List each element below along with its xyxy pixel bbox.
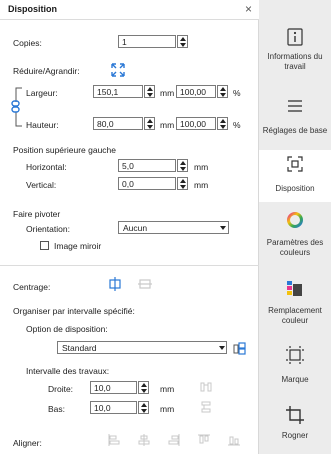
layout-option-label: Option de disposition: <box>26 324 108 334</box>
sidebar-item-job-info[interactable]: Informations du travail <box>259 20 331 90</box>
rotate-label: Faire pivoter <box>13 209 61 219</box>
orientation-select[interactable]: Aucun <box>118 221 229 234</box>
position-label: Position supérieure gauche <box>13 145 117 155</box>
chevron-down-icon <box>220 226 226 230</box>
align-bottom-icon[interactable] <box>228 434 240 448</box>
arrange-label: Organiser par intervalle spécifié: <box>13 306 135 316</box>
sidebar-item-label: Marque <box>281 375 309 384</box>
width-mm-unit: mm <box>160 88 175 98</box>
layout-option-select[interactable]: Standard <box>57 341 227 354</box>
vertical-stepper[interactable] <box>177 177 188 190</box>
layout-option-value: Standard <box>62 343 97 353</box>
info-icon <box>287 28 303 49</box>
sidebar-item-trim[interactable]: Rogner <box>259 398 331 454</box>
spacing-vertical-icon <box>200 401 212 415</box>
panel-title: Disposition <box>8 4 57 14</box>
interval-bottom-input[interactable]: 10,0 <box>90 401 137 414</box>
section-divider <box>0 265 259 266</box>
align-top-icon[interactable] <box>198 434 210 448</box>
mirror-checkbox[interactable] <box>40 241 49 250</box>
align-label: Aligner: <box>13 438 42 448</box>
width-pct-stepper[interactable] <box>217 85 228 98</box>
interval-bottom-stepper[interactable] <box>138 401 149 414</box>
sidebar-item-label: Remplacement couleur <box>268 306 322 325</box>
copies-label: Copies: <box>13 38 42 48</box>
vertical-label: Vertical: <box>26 180 57 190</box>
crop-marks-icon <box>286 346 304 367</box>
orientation-label: Orientation: <box>26 224 70 234</box>
copies-input[interactable]: 1 <box>118 35 176 48</box>
height-pct-unit: % <box>233 120 241 130</box>
aspect-link-icon[interactable] <box>9 84 25 132</box>
width-pct-unit: % <box>233 88 241 98</box>
vertical-input[interactable]: 0,0 <box>118 177 176 190</box>
crop-icon <box>286 406 304 427</box>
align-right-icon[interactable] <box>168 434 180 448</box>
resize-fit-icon[interactable] <box>111 63 125 79</box>
mirror-label: Image miroir <box>54 241 102 251</box>
horizontal-stepper[interactable] <box>177 159 188 172</box>
sidebar-item-color-settings[interactable]: Paramètres des couleurs <box>259 206 331 272</box>
width-mm-input[interactable]: 150,1 <box>93 85 143 98</box>
spacing-horizontal-icon <box>200 381 212 395</box>
height-pct-stepper[interactable] <box>217 117 228 130</box>
panel-title-bar: Disposition × <box>0 0 259 20</box>
centering-label: Centrage: <box>13 282 51 292</box>
align-left-icon[interactable] <box>108 434 120 448</box>
orientation-value: Aucun <box>123 223 148 233</box>
sidebar-item-label: Informations du travail <box>267 52 323 71</box>
color-wheel-icon <box>287 212 303 231</box>
interval-right-label: Droite: <box>48 384 74 394</box>
sidebar-item-color-replacement[interactable]: Remplacement couleur <box>259 274 331 338</box>
height-label: Hauteur: <box>26 120 59 130</box>
color-swatch-icon <box>286 280 304 301</box>
sidebar-item-label: Rogner <box>281 431 309 440</box>
sidebar-item-basic-settings[interactable]: Réglages de base <box>259 90 331 146</box>
close-button[interactable]: × <box>245 3 252 15</box>
interval-label: Intervalle des travaux: <box>26 366 110 376</box>
sidebar: Informations du travail Réglages de base… <box>259 0 331 454</box>
interval-bottom-unit: mm <box>160 404 175 414</box>
height-mm-unit: mm <box>160 120 175 130</box>
interval-bottom-label: Bas: <box>48 404 66 414</box>
horizontal-input[interactable]: 5,0 <box>118 159 176 172</box>
sidebar-item-mark[interactable]: Marque <box>259 340 331 396</box>
chevron-down-icon <box>219 346 225 350</box>
center-vertical-icon[interactable] <box>138 277 152 293</box>
sidebar-item-label: Réglages de base <box>262 126 328 135</box>
height-mm-input[interactable]: 80,0 <box>93 117 143 130</box>
width-label: Largeur: <box>26 88 58 98</box>
width-pct-input[interactable]: 100,00 <box>176 85 216 98</box>
height-pct-input[interactable]: 100,00 <box>176 117 216 130</box>
copies-stepper[interactable] <box>177 35 188 48</box>
resize-label: Réduire/Agrandir: <box>13 66 80 76</box>
layout-panel: Disposition × Copies: 1 Réduire/Agrandir… <box>0 0 259 454</box>
center-horizontal-icon[interactable] <box>108 277 122 293</box>
interval-right-unit: mm <box>160 384 175 394</box>
sidebar-item-label: Disposition <box>275 184 315 193</box>
horizontal-label: Horizontal: <box>26 162 67 172</box>
layout-preview-icon[interactable] <box>233 342 246 357</box>
interval-right-stepper[interactable] <box>138 381 149 394</box>
width-mm-stepper[interactable] <box>144 85 155 98</box>
align-center-icon[interactable] <box>138 434 150 448</box>
interval-right-input[interactable]: 10,0 <box>90 381 137 394</box>
vertical-unit: mm <box>194 180 209 190</box>
list-icon <box>288 100 302 115</box>
height-mm-stepper[interactable] <box>144 117 155 130</box>
sidebar-item-label: Paramètres des couleurs <box>266 238 324 257</box>
sidebar-item-layout[interactable]: Disposition <box>259 150 331 202</box>
horizontal-unit: mm <box>194 162 209 172</box>
layout-icon <box>287 156 303 175</box>
